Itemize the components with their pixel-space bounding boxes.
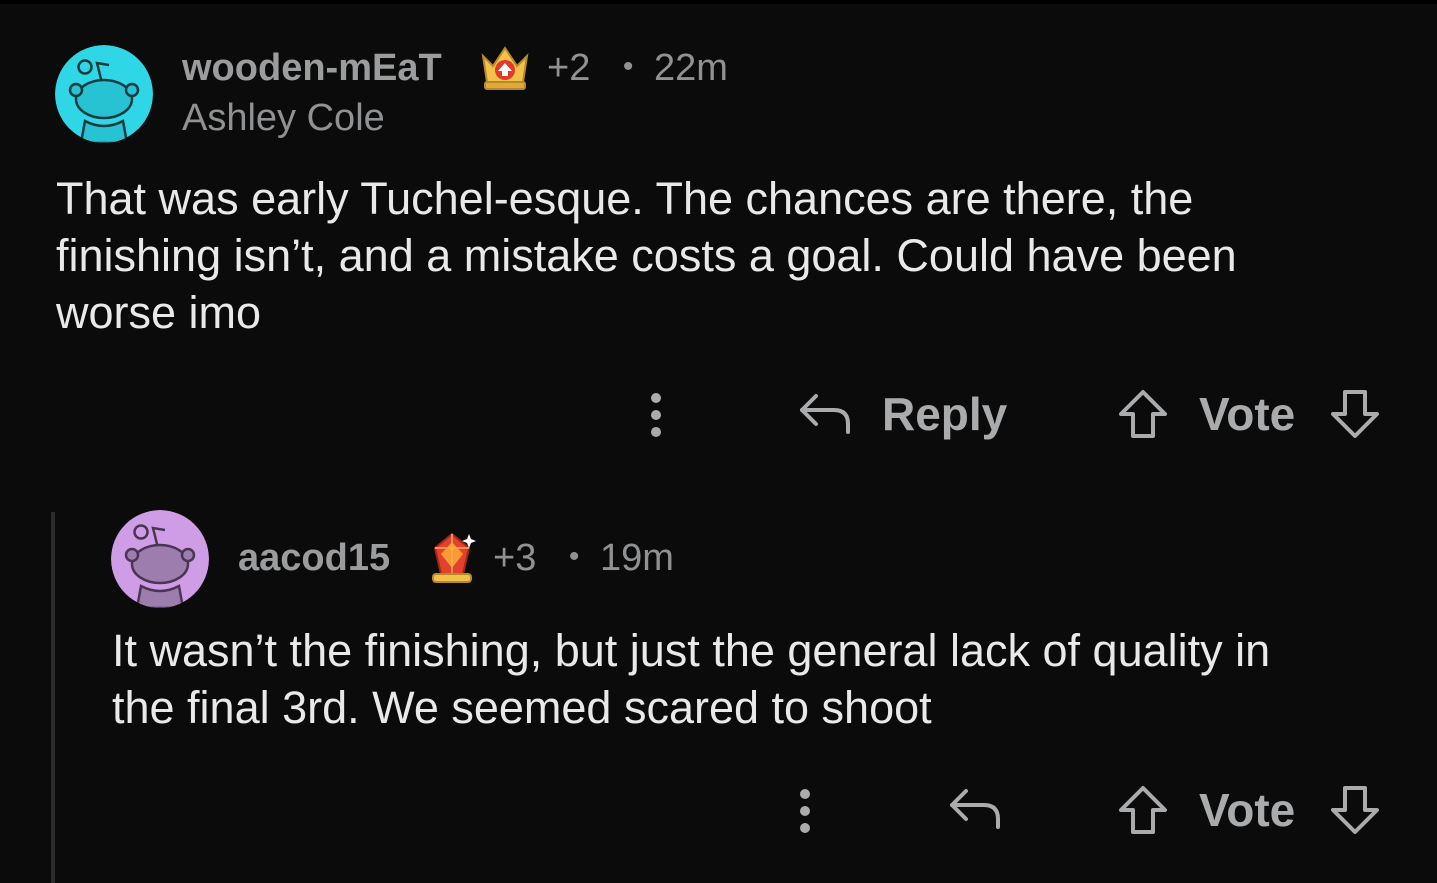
gem-award-icon[interactable] <box>425 528 479 592</box>
vote-label: Vote <box>1199 388 1296 440</box>
separator-dot: • <box>622 50 634 83</box>
more-options-icon[interactable] <box>797 788 813 838</box>
downvote-icon[interactable] <box>1329 388 1381 444</box>
vote-label: Vote <box>1199 784 1296 836</box>
comment-body: It wasn’t the finishing, but just the ge… <box>112 622 1412 736</box>
comment-body-line: It wasn’t the finishing, but just the ge… <box>112 625 1271 676</box>
snoo-avatar-icon <box>55 45 153 143</box>
vote-count: +2 • 22m <box>547 47 728 90</box>
user-flair: Ashley Cole <box>182 97 385 139</box>
separator-dot: • <box>568 540 580 573</box>
timestamp: 19m <box>599 537 674 579</box>
downvote-icon[interactable] <box>1329 784 1381 840</box>
comment-body-line: the final 3rd. We seemed scared to shoot <box>112 682 932 733</box>
comment-body-line: That was early Tuchel-esque. The chances… <box>56 173 1194 224</box>
username[interactable]: aacod15 <box>238 537 390 580</box>
award-count: +2 <box>547 47 591 89</box>
avatar[interactable] <box>55 45 153 143</box>
timestamp: 22m <box>653 47 728 89</box>
comment-body-line: finishing isn’t, and a mistake costs a g… <box>56 230 1237 281</box>
more-options-icon[interactable] <box>648 392 664 442</box>
avatar[interactable] <box>111 510 209 608</box>
vote-count: +3 • 19m <box>493 537 674 580</box>
top-edge <box>0 0 1437 4</box>
thread-line[interactable] <box>51 512 55 883</box>
username[interactable]: wooden-mEaT <box>182 47 442 90</box>
comment-body-line: worse imo <box>56 287 262 338</box>
reply-button[interactable]: Reply <box>882 387 1007 441</box>
upvote-icon[interactable] <box>1117 388 1169 444</box>
award-count: +3 <box>493 537 537 579</box>
snoo-avatar-icon <box>111 510 209 608</box>
reply-icon[interactable] <box>948 785 1002 835</box>
comment-body: That was early Tuchel-esque. The chances… <box>56 170 1396 341</box>
reply-icon[interactable] <box>798 390 852 440</box>
crown-award-icon[interactable] <box>477 42 533 98</box>
upvote-icon[interactable] <box>1117 784 1169 840</box>
